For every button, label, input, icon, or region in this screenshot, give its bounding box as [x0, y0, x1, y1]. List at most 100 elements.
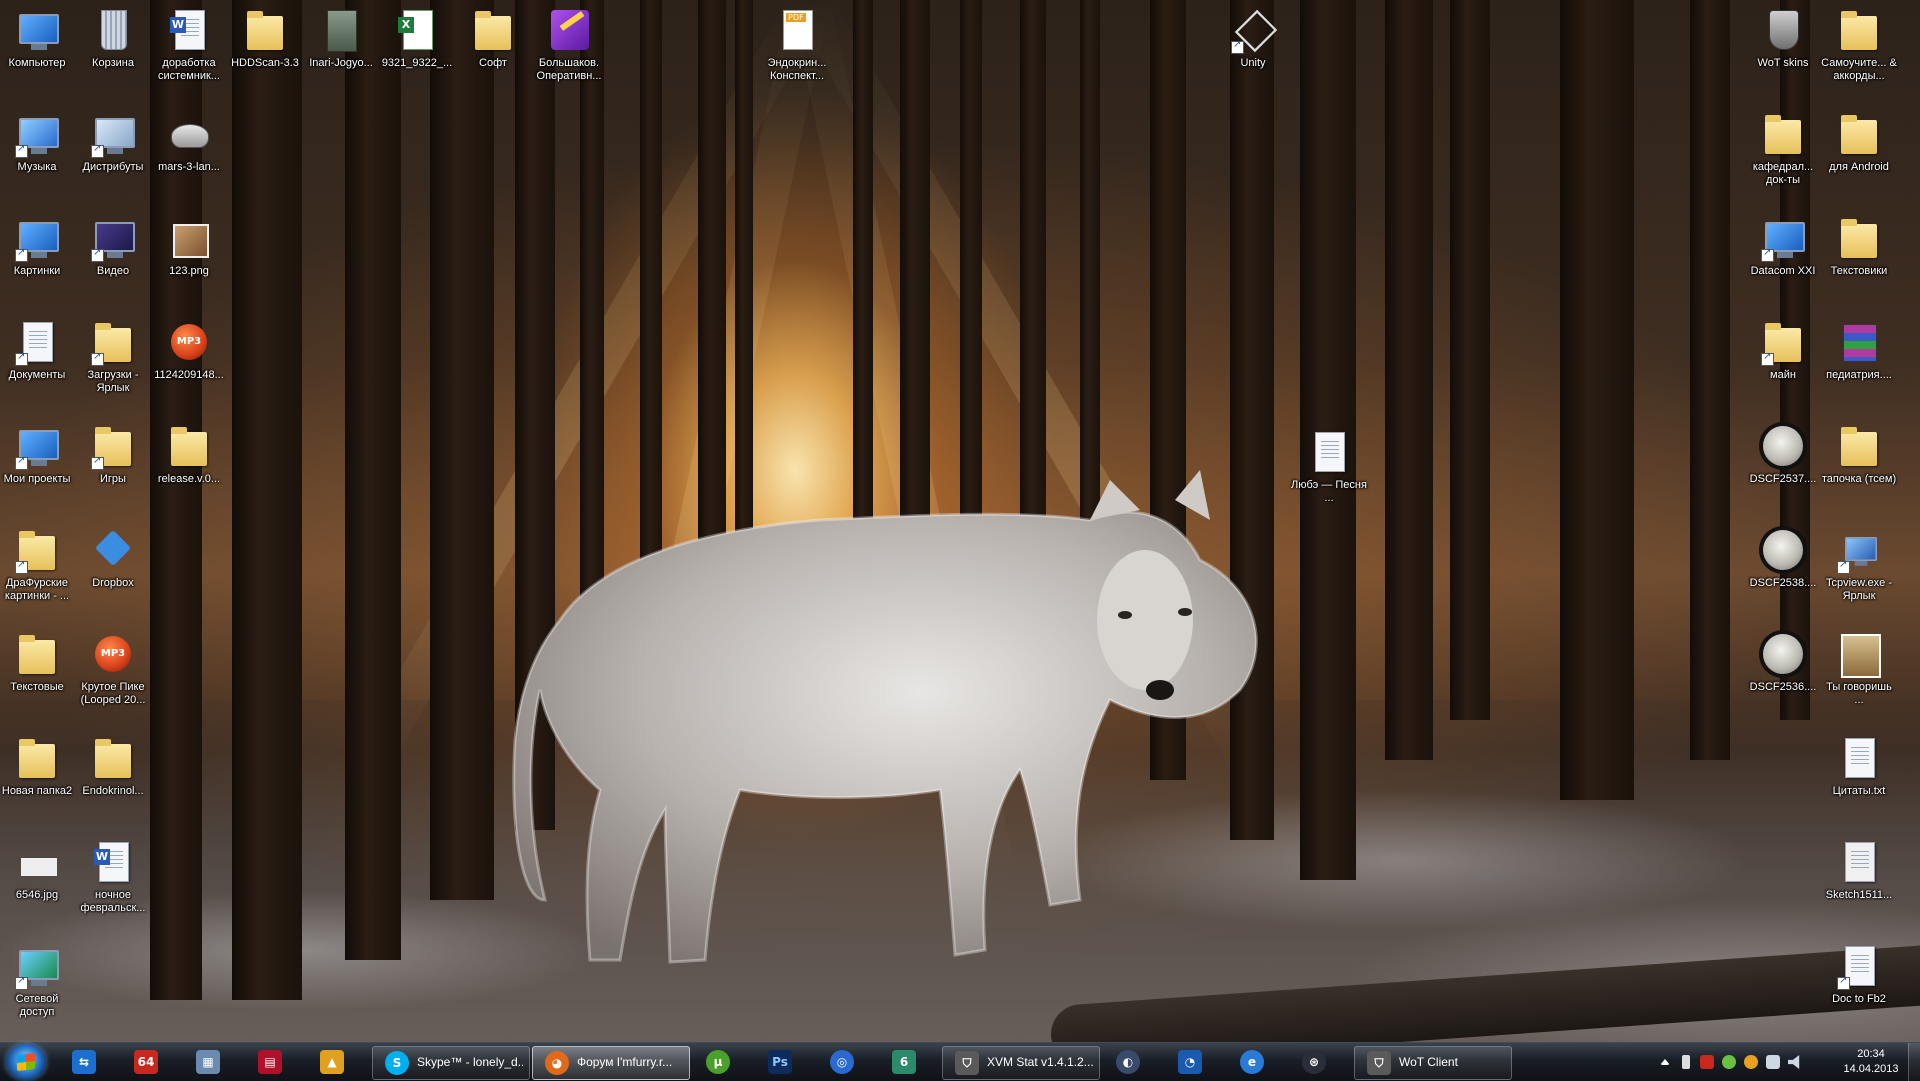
desktop-icon-endokrinol[interactable]: Endokrinol...	[75, 734, 151, 798]
taskbar-window-xvm[interactable]: ⛉ XVM Stat v1.4.1.2...	[942, 1046, 1100, 1080]
pictures-icon	[13, 214, 61, 262]
volume-icon[interactable]	[1788, 1055, 1800, 1069]
desktop-icon-music[interactable]: Музыка	[0, 110, 75, 174]
video-icon	[89, 214, 137, 262]
taskbar-floppy[interactable]: ▤	[246, 1046, 302, 1078]
taskbar-teamviewer[interactable]: ⇆	[60, 1046, 116, 1078]
browser-tray-icon[interactable]	[1744, 1055, 1758, 1069]
desktop-icon-ty[interactable]: Ты говоришь ...	[1821, 630, 1897, 707]
desktop-icon-soft[interactable]: Софт	[455, 6, 531, 70]
desktop-icon-datacom[interactable]: Datacom XXI	[1745, 214, 1821, 278]
taskbar-steam[interactable]: ⊛	[1290, 1046, 1346, 1078]
unity-icon	[1229, 6, 1278, 54]
desktop-icon-pediatr[interactable]: педиатрия....	[1821, 318, 1897, 382]
desktop-icon-doc2fb2[interactable]: Doc to Fb2	[1821, 942, 1897, 1006]
taskbar-aida64[interactable]: 64	[122, 1046, 178, 1078]
taskbar-app-a[interactable]: ◐	[1104, 1046, 1160, 1078]
taskbar-ie[interactable]: e	[1228, 1046, 1284, 1078]
desktop-icon-hddscan[interactable]: HDDScan-3.3	[227, 6, 303, 70]
word-document-icon	[165, 6, 213, 54]
folder-icon	[1835, 110, 1883, 158]
desktop-icon-mp3a[interactable]: MP3 1124209148...	[151, 318, 227, 382]
taskbar-browser[interactable]: ◎	[818, 1046, 874, 1078]
clock-time: 20:34	[1857, 1048, 1885, 1060]
taskbar-daemon[interactable]: ▲	[308, 1046, 364, 1078]
desktop-icon-sketch[interactable]: Sketch1511...	[1821, 838, 1897, 902]
recycle-bin-icon	[89, 6, 137, 54]
calculator-icon: ▦	[196, 1050, 220, 1074]
desktop-icon-recycle[interactable]: Корзина	[75, 6, 151, 70]
desktop-icon-computer[interactable]: Компьютер	[0, 6, 75, 70]
desktop-icon-dscf2536[interactable]: DSCF2536....	[1745, 630, 1821, 694]
desktop-icon-label: Текстовые	[10, 681, 64, 693]
desktop-icon-video[interactable]: Видео	[75, 214, 151, 278]
clock[interactable]: 20:34 14.04.2013	[1842, 1047, 1900, 1077]
desktop-icon-textovye[interactable]: Текстовые	[0, 630, 75, 694]
word-document-icon	[89, 838, 137, 886]
computer-icon	[89, 110, 137, 158]
desktop-icon-wotskins[interactable]: WoT skins	[1745, 6, 1821, 70]
taskbar-app-b[interactable]: ◔	[1166, 1046, 1222, 1078]
show-hidden-icons-icon[interactable]	[1660, 1059, 1670, 1065]
desktop-icon-network[interactable]: Сетевой доступ	[0, 942, 75, 1019]
desktop-icon-dropbox[interactable]: Dropbox	[75, 526, 151, 590]
desktop-icon-textoviki[interactable]: Текстовики	[1821, 214, 1897, 278]
pdf-tray-icon[interactable]	[1700, 1055, 1714, 1069]
taskbar-photoshop[interactable]: Ps	[756, 1046, 812, 1078]
usb-icon[interactable]	[1682, 1055, 1690, 1069]
taskbar-window-label: Skype™ - lonely_d...	[417, 1055, 523, 1069]
desktop-icon-projects[interactable]: Мои проекты	[0, 422, 75, 486]
desktop-icon-jpg6546[interactable]: 6546.jpg	[0, 838, 75, 902]
desktop-icon-label: DSCF2538....	[1749, 577, 1817, 589]
desktop-icon-label: Новая папка2	[1, 785, 73, 797]
desktop-icon-png123[interactable]: 123.png	[151, 214, 227, 278]
network-icon	[1759, 214, 1807, 262]
desktop-icon-novaya[interactable]: Новая папка2	[0, 734, 75, 798]
desktop-icon-unity[interactable]: Unity	[1215, 6, 1291, 70]
desktop-icon-xls9321[interactable]: 9321_9322_...	[379, 6, 455, 70]
desktop-icon-label: Dropbox	[92, 577, 134, 589]
desktop-icon-downloads[interactable]: Загрузки - Ярлык	[75, 318, 151, 395]
desktop-icon-citaty[interactable]: Цитаты.txt	[1821, 734, 1897, 798]
antivirus-icon[interactable]	[1722, 1055, 1736, 1069]
desktop-icon-samouch[interactable]: Самоучите... & аккорды...	[1821, 6, 1897, 83]
folder-icon	[89, 318, 137, 366]
desktop-icon-drafur[interactable]: ДраФурские картинки - ...	[0, 526, 75, 603]
taskbar-app6[interactable]: 6	[880, 1046, 936, 1078]
taskbar-window-label: XVM Stat v1.4.1.2...	[987, 1055, 1093, 1069]
desktop-icon-dscf2537[interactable]: DSCF2537....	[1745, 422, 1821, 486]
taskbar-window-firefox[interactable]: ◕ Форум I'mfurry.r...	[532, 1046, 690, 1080]
desktop-icon-release[interactable]: release.v.0...	[151, 422, 227, 486]
taskbar-utorrent[interactable]: µ	[694, 1046, 750, 1078]
desktop-icon-documents[interactable]: Документы	[0, 318, 75, 382]
wot-icon	[1759, 6, 1807, 54]
start-button[interactable]	[6, 1044, 46, 1080]
desktop-icon-bolshakov[interactable]: Большаков. Оперативн...	[531, 6, 607, 83]
desktop-icon-inari[interactable]: Inari-Jogyo...	[303, 6, 379, 70]
desktop-icon-label: Любэ — Песня ...	[1291, 479, 1367, 504]
desktop-icon-nochnoe[interactable]: ночное февральск...	[75, 838, 151, 915]
network-tray-icon[interactable]	[1766, 1055, 1780, 1069]
desktop-icon-kafedral[interactable]: кафедрал... док-ты	[1745, 110, 1821, 187]
desktop-icon-lyubz[interactable]: Любэ — Песня ...	[1291, 428, 1367, 505]
desktop-icon-dorabotka[interactable]: доработка системник...	[151, 6, 227, 83]
taskbar-window-wot[interactable]: ⛉ WoT Client	[1354, 1046, 1512, 1080]
desktop-icon-main[interactable]: майн	[1745, 318, 1821, 382]
taskbar-window-skype[interactable]: S Skype™ - lonely_d...	[372, 1046, 530, 1080]
desktop-icon-mars[interactable]: mars-3-lan...	[151, 110, 227, 174]
show-desktop-button[interactable]	[1908, 1043, 1920, 1081]
desktop-icon-games[interactable]: Игры	[75, 422, 151, 486]
computer-icon	[13, 422, 61, 470]
desktop-icon-dscf2538[interactable]: DSCF2538....	[1745, 526, 1821, 590]
desktop-icon-android[interactable]: для Android	[1821, 110, 1897, 174]
desktop-icon-tcpview[interactable]: Tcpview.exe - Ярлык	[1821, 526, 1897, 603]
desktop-icon-tapochka[interactable]: тапочка (тсем)	[1821, 422, 1897, 486]
taskbar-calculator[interactable]: ▦	[184, 1046, 240, 1078]
desktop-icon-pictures[interactable]: Картинки	[0, 214, 75, 278]
desktop-icon-label: DSCF2537....	[1749, 473, 1817, 485]
network-icon	[1835, 526, 1883, 574]
desktop-icon-krutoe[interactable]: MP3 Крутое Пике (Looped 20...	[75, 630, 151, 707]
desktop-icon-distrib[interactable]: Дистрибуты	[75, 110, 151, 174]
desktop-icon-label: HDDScan-3.3	[231, 57, 299, 69]
desktop-icon-endokrin[interactable]: Эндокрин... Конспект...	[759, 6, 835, 83]
